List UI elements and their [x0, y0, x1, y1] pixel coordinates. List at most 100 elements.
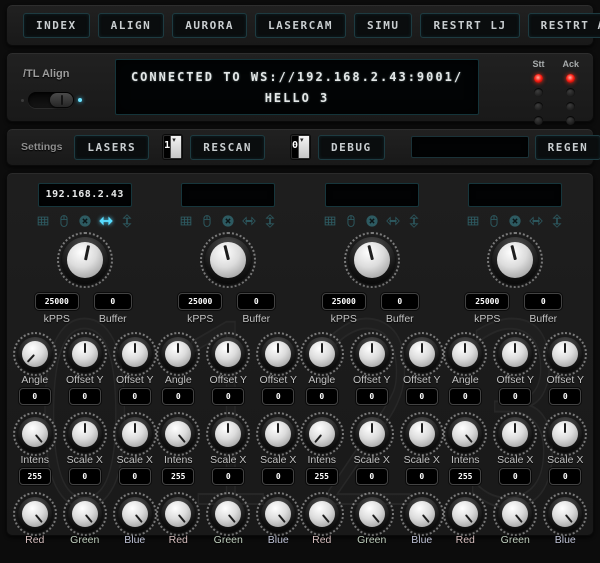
scale-x-value[interactable]: 0 [212, 468, 244, 485]
scale-x-knob[interactable] [211, 417, 245, 451]
green-knob[interactable] [355, 497, 389, 531]
kpps-knob[interactable] [349, 237, 395, 283]
green-knob[interactable] [498, 497, 532, 531]
angle-knob[interactable] [161, 337, 195, 371]
x-circle-icon[interactable] [78, 214, 92, 228]
blue-knob[interactable] [261, 497, 295, 531]
offset-y-value[interactable]: 0 [406, 388, 438, 405]
rescan-button[interactable]: RESCAN [190, 135, 265, 160]
nav-simu-button[interactable]: SIMU [354, 13, 413, 38]
v-arrows-icon[interactable] [407, 214, 421, 228]
scale-x-knob[interactable] [261, 417, 295, 451]
green-knob[interactable] [211, 497, 245, 531]
v-arrows-icon[interactable] [120, 214, 134, 228]
scale-x-value[interactable]: 0 [119, 468, 151, 485]
angle-value[interactable]: 0 [162, 388, 194, 405]
channel-ip-display[interactable] [181, 183, 275, 207]
h-arrows-icon[interactable] [99, 214, 113, 228]
buffer-value[interactable]: 0 [524, 293, 562, 310]
scale-x-value[interactable]: 0 [69, 468, 101, 485]
grid-icon[interactable] [179, 214, 193, 228]
angle-knob[interactable] [305, 337, 339, 371]
nav-align-button[interactable]: ALIGN [98, 13, 165, 38]
offset-y-value[interactable]: 0 [499, 388, 531, 405]
buffer-value[interactable]: 0 [237, 293, 275, 310]
mouse-icon[interactable] [344, 214, 358, 228]
buffer-value[interactable]: 0 [381, 293, 419, 310]
debug-level-select[interactable]: 0 [291, 135, 310, 159]
grid-icon[interactable] [323, 214, 337, 228]
v-arrows-icon[interactable] [550, 214, 564, 228]
channel-ip-display[interactable] [468, 183, 562, 207]
v-arrows-icon[interactable] [263, 214, 277, 228]
scale-x-knob[interactable] [498, 417, 532, 451]
angle-value[interactable]: 0 [449, 388, 481, 405]
kpps-value[interactable]: 25000 [322, 293, 366, 310]
scale-x-value[interactable]: 0 [406, 468, 438, 485]
offset-y-knob[interactable] [211, 337, 245, 371]
scale-x-value[interactable]: 0 [499, 468, 531, 485]
scale-x-value[interactable]: 0 [549, 468, 581, 485]
nav-aurora-button[interactable]: AURORA [172, 13, 247, 38]
red-knob[interactable] [305, 497, 339, 531]
scale-x-value[interactable]: 0 [262, 468, 294, 485]
regen-input[interactable] [411, 136, 529, 158]
kpps-value[interactable]: 25000 [465, 293, 509, 310]
x-circle-icon[interactable] [365, 214, 379, 228]
lasers-button[interactable]: LASERS [74, 135, 149, 160]
offset-y-knob[interactable] [405, 337, 439, 371]
h-arrows-icon[interactable] [242, 214, 256, 228]
debug-button[interactable]: DEBUG [318, 135, 385, 160]
scale-x-value[interactable]: 0 [356, 468, 388, 485]
offset-y-value[interactable]: 0 [356, 388, 388, 405]
scale-x-knob[interactable] [355, 417, 389, 451]
laser-count-select[interactable]: 1 [163, 135, 182, 159]
grid-icon[interactable] [36, 214, 50, 228]
mouse-icon[interactable] [57, 214, 71, 228]
blue-knob[interactable] [405, 497, 439, 531]
mouse-icon[interactable] [487, 214, 501, 228]
toggle-handle[interactable] [50, 93, 73, 107]
x-circle-icon[interactable] [508, 214, 522, 228]
angle-knob[interactable] [18, 337, 52, 371]
intens-knob[interactable] [305, 417, 339, 451]
offset-y-value[interactable]: 0 [69, 388, 101, 405]
blue-knob[interactable] [548, 497, 582, 531]
nav-lasercam-button[interactable]: LASERCAM [255, 13, 346, 38]
angle-value[interactable]: 0 [306, 388, 338, 405]
offset-y-knob[interactable] [118, 337, 152, 371]
offset-y-value[interactable]: 0 [119, 388, 151, 405]
channel-ip-display[interactable]: 192.168.2.43 [38, 183, 132, 207]
regen-button[interactable]: REGEN [535, 135, 600, 160]
angle-knob[interactable] [448, 337, 482, 371]
kpps-value[interactable]: 25000 [178, 293, 222, 310]
scale-x-knob[interactable] [68, 417, 102, 451]
intens-value[interactable]: 255 [162, 468, 194, 485]
scale-x-knob[interactable] [118, 417, 152, 451]
red-knob[interactable] [448, 497, 482, 531]
intens-knob[interactable] [18, 417, 52, 451]
offset-y-knob[interactable] [355, 337, 389, 371]
nav-restart-lj-button[interactable]: RESTRT LJ [420, 13, 519, 38]
offset-y-knob[interactable] [548, 337, 582, 371]
offset-y-knob[interactable] [261, 337, 295, 371]
green-knob[interactable] [68, 497, 102, 531]
intens-value[interactable]: 255 [306, 468, 338, 485]
intens-value[interactable]: 255 [19, 468, 51, 485]
red-knob[interactable] [18, 497, 52, 531]
intens-knob[interactable] [448, 417, 482, 451]
h-arrows-icon[interactable] [529, 214, 543, 228]
intens-value[interactable]: 255 [449, 468, 481, 485]
kpps-knob[interactable] [62, 237, 108, 283]
kpps-value[interactable]: 25000 [35, 293, 79, 310]
offset-y-knob[interactable] [498, 337, 532, 371]
red-knob[interactable] [161, 497, 195, 531]
buffer-value[interactable]: 0 [94, 293, 132, 310]
intens-knob[interactable] [161, 417, 195, 451]
offset-y-value[interactable]: 0 [262, 388, 294, 405]
scale-x-knob[interactable] [405, 417, 439, 451]
scale-x-knob[interactable] [548, 417, 582, 451]
offset-y-value[interactable]: 0 [212, 388, 244, 405]
kpps-knob[interactable] [492, 237, 538, 283]
mouse-icon[interactable] [200, 214, 214, 228]
